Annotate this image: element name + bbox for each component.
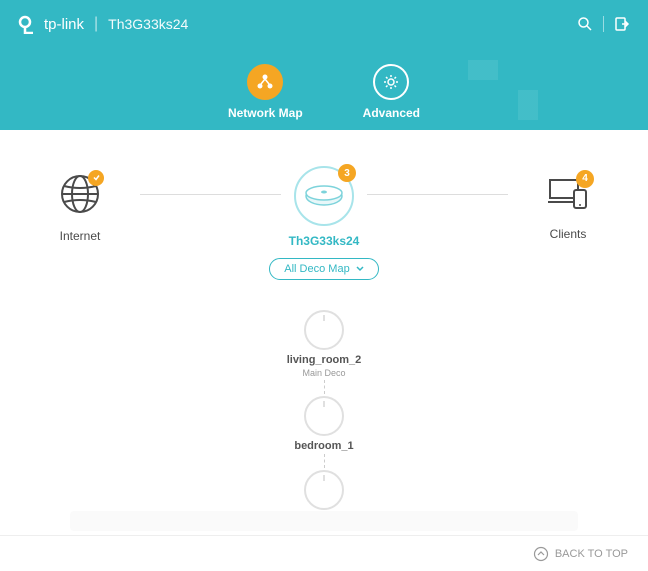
header-actions (577, 16, 630, 32)
network-map-icon (247, 64, 283, 100)
deco-unit[interactable]: living_room_2 Main Deco (287, 310, 362, 378)
unit-name: bedroom_1 (294, 440, 353, 452)
separator: | (94, 15, 98, 33)
clients-node[interactable]: 4 Clients (538, 174, 598, 241)
deco-disc-icon (304, 396, 344, 436)
internet-node[interactable]: Internet (50, 172, 110, 243)
tab-advanced[interactable]: Advanced (363, 64, 420, 120)
deco-name-label: Th3G33ks24 (289, 234, 360, 248)
separator (603, 16, 604, 32)
tplink-logo-icon (18, 14, 38, 34)
topbar: tp-link | Th3G33ks24 (0, 0, 648, 48)
brand-logo: tp-link (18, 14, 84, 34)
deco-disc-icon (304, 310, 344, 350)
advanced-icon (373, 64, 409, 100)
deco-icon: 3 (294, 166, 354, 226)
tab-label: Advanced (363, 106, 420, 120)
back-to-top[interactable]: BACK TO TOP (0, 535, 648, 571)
deco-node[interactable]: 3 Th3G33ks24 (281, 166, 368, 248)
logout-icon[interactable] (614, 16, 630, 32)
tree-connector (324, 454, 325, 468)
header: tp-link | Th3G33ks24 Network Map Advance… (0, 0, 648, 130)
chevron-down-icon (356, 266, 364, 272)
brand-text: tp-link (44, 16, 84, 33)
back-to-top-label: BACK TO TOP (555, 548, 628, 560)
tab-network-map[interactable]: Network Map (228, 64, 303, 120)
deco-disc-icon (304, 470, 344, 510)
main-content: Internet 3 Th3G33ks24 4 Clients All Deco… (0, 130, 648, 526)
search-icon[interactable] (577, 16, 593, 32)
ssid-label: Th3G33ks24 (108, 16, 188, 32)
clients-count-badge: 4 (576, 170, 594, 188)
clients-label: Clients (550, 227, 587, 241)
tabs: Network Map Advanced (0, 64, 648, 120)
unit-sub: Main Deco (302, 368, 345, 378)
internet-icon (58, 172, 102, 221)
footer-panel (70, 511, 578, 531)
tree-connector (324, 380, 325, 394)
tab-label: Network Map (228, 106, 303, 120)
deco-tree: living_room_2 Main Deco bedroom_1 hallwa… (50, 310, 598, 526)
topology-row: Internet 3 Th3G33ks24 4 Clients (50, 166, 598, 248)
status-check-icon (88, 170, 104, 186)
deco-map-dropdown[interactable]: All Deco Map (269, 258, 378, 280)
internet-label: Internet (60, 229, 101, 243)
arrow-up-icon (533, 546, 549, 562)
unit-name: living_room_2 (287, 354, 362, 366)
dropdown-label: All Deco Map (284, 263, 349, 275)
deco-unit[interactable]: bedroom_1 (294, 396, 353, 452)
clients-icon: 4 (546, 174, 590, 219)
deco-count-badge: 3 (338, 164, 356, 182)
